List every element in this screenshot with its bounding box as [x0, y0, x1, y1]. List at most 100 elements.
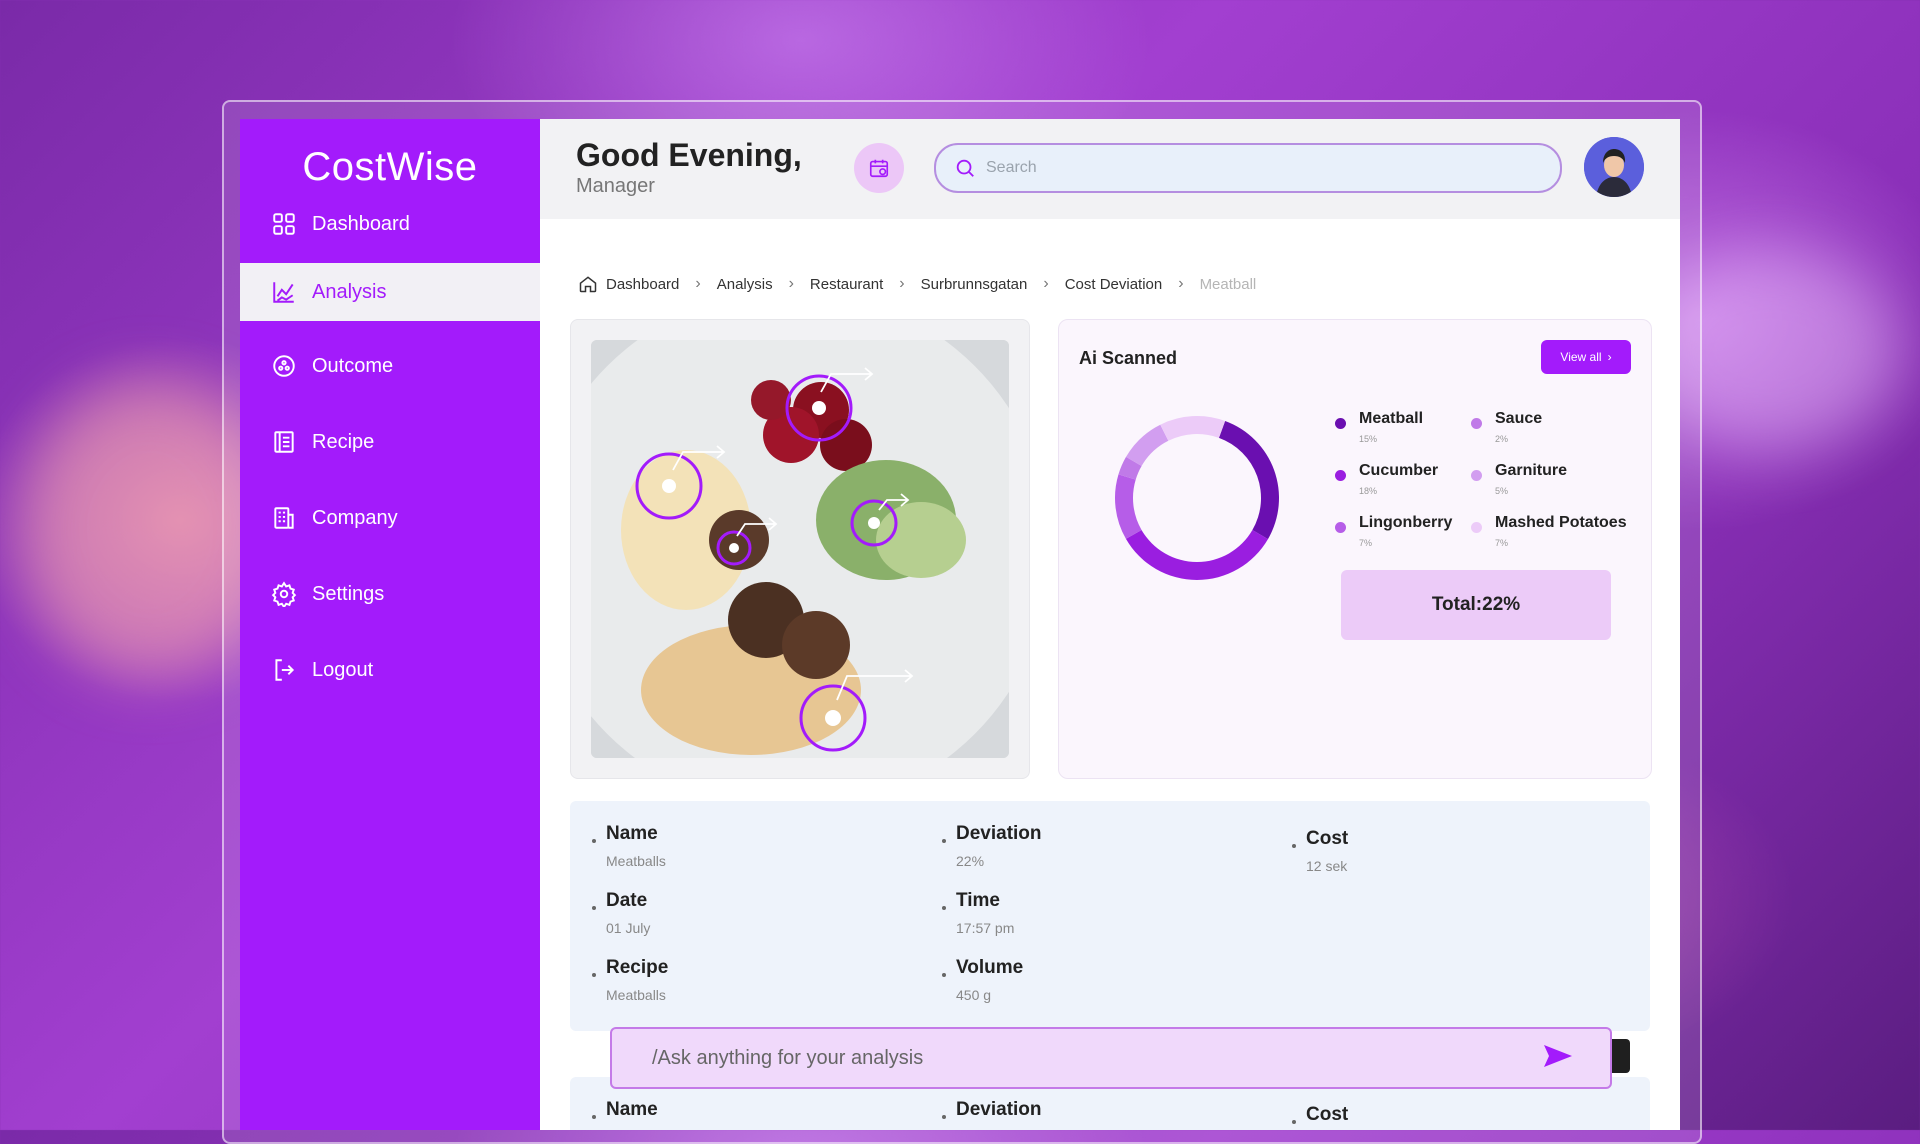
legend-dot [1471, 522, 1482, 533]
calendar-button[interactable] [854, 143, 904, 193]
chevron-right-icon: › [695, 275, 701, 292]
detail-date: Date 01 July [591, 890, 651, 936]
sidebar-item-settings[interactable]: Settings [240, 565, 540, 623]
calendar-icon [869, 159, 889, 178]
top-header: Good Evening, Manager [540, 119, 1680, 219]
chevron-right-icon: › [1607, 350, 1612, 364]
sidebar-item-label: Analysis [312, 280, 387, 303]
ask-bar[interactable] [610, 1027, 1612, 1089]
donut-slice-garniture [1126, 424, 1169, 466]
building-icon [270, 504, 298, 532]
legend-label: Lingonberry [1359, 514, 1453, 531]
view-all-button[interactable]: View all › [1541, 340, 1631, 374]
ai-scanned-panel: Ai Scanned View all › Meatball 15% Cucum… [1058, 319, 1652, 779]
legend-label: Garniture [1495, 462, 1568, 479]
legend-value: 5% [1495, 486, 1509, 496]
breadcrumb-item[interactable]: Surbrunnsgatan [921, 276, 1028, 293]
legend-value: 15% [1359, 434, 1378, 444]
legend-value: 7% [1359, 538, 1373, 548]
brand-logo: CostWise [302, 145, 478, 189]
sidebar-item-analysis[interactable]: Analysis [240, 263, 540, 321]
detail-time: Time 17:57 pm [941, 890, 1015, 936]
breadcrumb-item[interactable]: Dashboard [606, 276, 679, 293]
detail-label: Volume [956, 957, 1024, 978]
home-icon[interactable] [578, 274, 598, 294]
legend-label: Mashed Potatoes [1495, 514, 1627, 531]
app-window: CostWise Dashboard Analysis Outcome Reci… [240, 119, 1680, 1130]
sidebar-item-outcome[interactable]: Outcome [240, 337, 540, 395]
legend-label: Cucumber [1359, 462, 1439, 479]
greeting-title: Good Evening, [576, 137, 802, 173]
detail-label: Deviation [956, 823, 1042, 844]
sidebar-item-label: Outcome [312, 354, 394, 377]
detail-value: 01 July [606, 920, 651, 936]
detail-value: 17:57 pm [956, 920, 1015, 936]
legend-label: Sauce [1495, 410, 1543, 427]
chevron-right-icon: › [1178, 275, 1184, 292]
send-icon[interactable] [1542, 1041, 1574, 1076]
sidebar-item-company[interactable]: Company [240, 489, 540, 547]
search-icon [956, 159, 974, 177]
donut-slice-lingonberry [1115, 474, 1142, 539]
total-badge: Total:22% [1341, 570, 1611, 640]
donut-slice-cucumber [1125, 529, 1268, 580]
user-role: Manager [576, 175, 655, 197]
detail-label: Name [606, 823, 658, 844]
detail-deviation: Deviation [942, 1099, 1042, 1121]
breadcrumb-item[interactable]: Cost Deviation [1065, 276, 1163, 293]
sidebar-item-label: Logout [312, 658, 374, 681]
food-photo-card [570, 319, 1030, 779]
avatar[interactable] [1584, 137, 1644, 197]
legend-value: 18% [1359, 486, 1378, 496]
sidebar-item-dashboard[interactable]: Dashboard [240, 195, 540, 253]
detail-label: Cost [1306, 1104, 1349, 1125]
chevron-right-icon: › [899, 275, 905, 292]
detail-value: 450 g [956, 987, 992, 1003]
logout-icon [270, 656, 298, 684]
donut-slice-meatball [1218, 420, 1279, 540]
details-panel: Name Meatballs Deviation 22% Cost 12 sek… [570, 801, 1650, 1031]
detail-name: Name Meatballs [592, 823, 666, 869]
detail-deviation: Deviation 22% [942, 823, 1042, 869]
detail-cost: Cost [1291, 1104, 1349, 1126]
sidebar-item-label: Dashboard [312, 212, 410, 235]
sidebar-item-label: Company [312, 506, 398, 529]
sidebar-item-label: Recipe [312, 430, 375, 453]
legend-dot [1335, 418, 1346, 429]
legend-label: Meatball [1359, 410, 1424, 427]
detail-label: Recipe [606, 957, 669, 978]
breadcrumb-item[interactable]: Restaurant [810, 276, 883, 293]
view-all-label: View all [1560, 350, 1602, 364]
sidebar-item-recipe[interactable]: Recipe [240, 413, 540, 471]
detail-label: Time [956, 890, 1001, 911]
chart-icon [270, 278, 298, 306]
breadcrumb-item[interactable]: Analysis [717, 276, 773, 293]
detail-value: 12 sek [1306, 858, 1348, 874]
detail-value: Meatballs [606, 853, 666, 869]
detail-label: Deviation [956, 1099, 1042, 1120]
donut-slice-mashed-potatoes [1160, 416, 1226, 441]
detail-value: 22% [956, 853, 985, 869]
detail-volume: Volume 450 g [941, 957, 1024, 1003]
detail-name: Name [592, 1099, 658, 1121]
legend-dot [1335, 522, 1346, 533]
search-input[interactable] [984, 158, 1548, 178]
detail-label: Name [606, 1099, 658, 1120]
book-icon [270, 428, 298, 456]
search-bar[interactable] [934, 143, 1562, 193]
sidebar: CostWise Dashboard Analysis Outcome Reci… [240, 119, 540, 1130]
chevron-right-icon: › [1043, 275, 1049, 292]
ask-input[interactable] [650, 1045, 1514, 1071]
detail-recipe: Recipe Meatballs [591, 957, 669, 1003]
chevron-right-icon: › [788, 275, 794, 292]
legend-value: 2% [1495, 434, 1509, 444]
sidebar-item-logout[interactable]: Logout [240, 641, 540, 699]
food-photo [591, 340, 1009, 758]
detail-label: Date [606, 890, 648, 911]
detail-label: Cost [1306, 828, 1349, 849]
legend-value: 7% [1495, 538, 1509, 548]
breadcrumb-current: Meatball [1199, 275, 1257, 293]
donut-chart [1115, 416, 1279, 580]
outcome-icon [270, 352, 298, 380]
grid-icon [270, 210, 298, 238]
